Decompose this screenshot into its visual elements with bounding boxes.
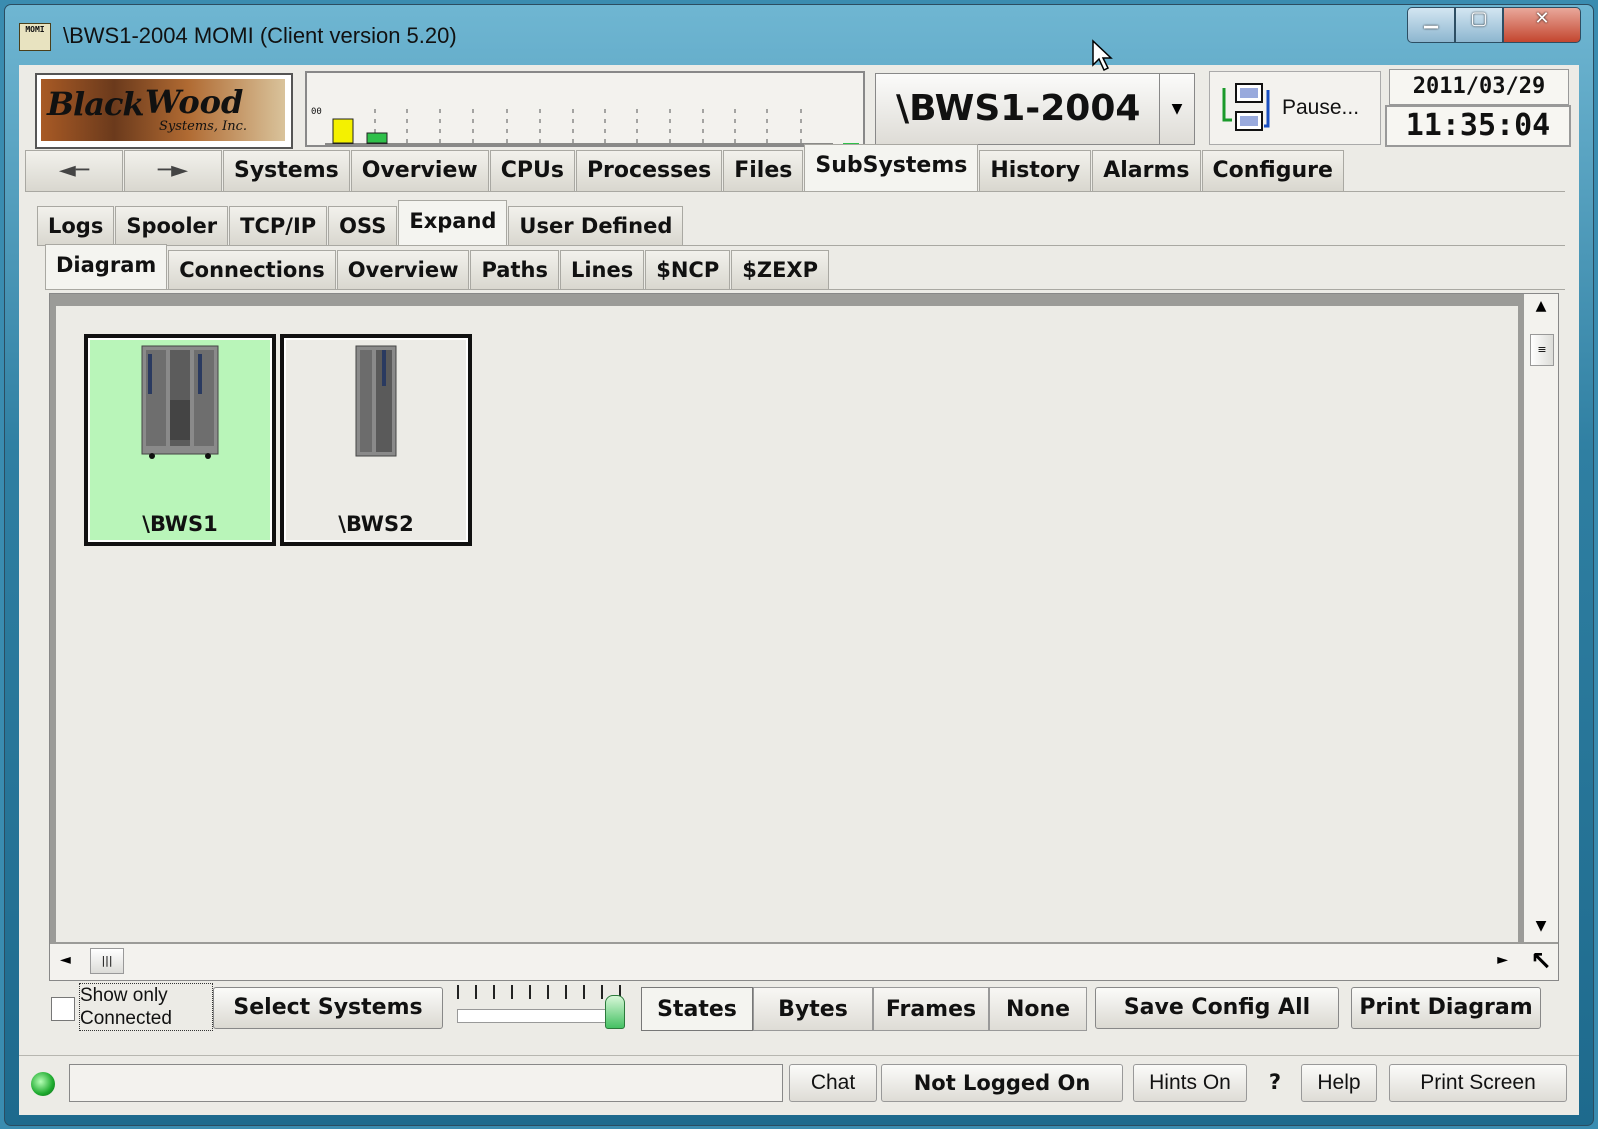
server-rack-icon xyxy=(141,345,219,459)
tab-ncp[interactable]: $NCP xyxy=(645,250,731,289)
momi-app-icon: MOMI xyxy=(19,23,51,51)
vertical-scroll-thumb[interactable]: ≡ xyxy=(1530,334,1554,366)
pause-button[interactable]: Pause... xyxy=(1209,71,1381,145)
close-button[interactable]: ✕ xyxy=(1503,7,1581,43)
date-display: 2011/03/29 xyxy=(1389,69,1569,105)
forward-arrow-icon[interactable]: ─► xyxy=(124,150,222,191)
diagram-panel: \BWS1 \BWS2 ▲ ≡ ▼ ◄ ||| ► ↖ xyxy=(49,293,1559,981)
tab-cpus[interactable]: CPUs xyxy=(489,150,575,191)
tab-zexp[interactable]: $ZEXP xyxy=(731,250,830,289)
tab-history[interactable]: History xyxy=(979,150,1092,191)
server-rack-icon xyxy=(355,345,397,457)
tab-configure[interactable]: Configure xyxy=(1201,150,1344,191)
scroll-down-icon[interactable]: ▼ xyxy=(1524,918,1558,934)
computers-sync-icon xyxy=(1218,80,1274,136)
chevron-down-icon[interactable]: ▼ xyxy=(1159,74,1194,144)
question-icon[interactable]: ? xyxy=(1255,1064,1295,1100)
tab-spooler[interactable]: Spooler xyxy=(115,206,229,245)
scroll-up-icon[interactable]: ▲ xyxy=(1524,298,1558,314)
horizontal-scrollbar[interactable]: ◄ ||| ► xyxy=(50,944,1524,980)
tab-paths[interactable]: Paths xyxy=(470,250,559,289)
status-message-field xyxy=(69,1064,783,1102)
client-area: Black Wood Systems, Inc. 00 \BWS1-2004 ▼… xyxy=(19,65,1579,1115)
mode-frames-button[interactable]: Frames xyxy=(873,987,989,1031)
print-screen-button[interactable]: Print Screen xyxy=(1389,1064,1567,1102)
scroll-right-icon[interactable]: ► xyxy=(1497,952,1508,968)
maximize-button[interactable]: ▢ xyxy=(1455,7,1503,43)
window-title: \BWS1-2004 MOMI (Client version 5.20) xyxy=(63,23,457,48)
system-selector-value: \BWS1-2004 xyxy=(896,88,1141,129)
logo-word-systems: Systems, Inc. xyxy=(159,119,248,134)
horizontal-scroll-thumb[interactable]: ||| xyxy=(90,948,124,974)
tab-user-defined[interactable]: User Defined xyxy=(508,206,684,245)
computers-sync-svg xyxy=(1222,83,1270,131)
system-selector[interactable]: \BWS1-2004 ▼ xyxy=(875,73,1195,145)
logo-word-black: Black xyxy=(47,85,145,123)
expand-tabbar: Diagram Connections Overview Paths Lines… xyxy=(45,244,1565,290)
tab-processes[interactable]: Processes xyxy=(575,150,723,191)
scroll-left-icon[interactable]: ◄ xyxy=(60,952,71,968)
hints-toggle-button[interactable]: Hints On xyxy=(1133,1064,1247,1102)
tab-systems[interactable]: Systems xyxy=(223,150,350,191)
minimize-button[interactable]: ▁ xyxy=(1407,7,1455,43)
zoom-slider[interactable] xyxy=(457,985,629,1031)
tab-overview[interactable]: Overview xyxy=(350,150,489,191)
graph-bar-yellow xyxy=(332,118,354,144)
slider-track xyxy=(457,1009,609,1023)
help-button[interactable]: Help xyxy=(1301,1064,1377,1102)
tab-connections[interactable]: Connections xyxy=(168,250,336,289)
show-only-connected-checkbox[interactable] xyxy=(51,997,75,1021)
pause-label: Pause... xyxy=(1282,96,1360,119)
node-label: \BWS1 xyxy=(142,512,218,536)
save-config-all-button[interactable]: Save Config All xyxy=(1095,987,1339,1029)
diagram-canvas[interactable]: \BWS1 \BWS2 xyxy=(56,306,1518,942)
tab-files[interactable]: Files xyxy=(723,150,804,191)
node-bws1[interactable]: \BWS1 xyxy=(84,334,276,546)
tab-subsystems[interactable]: SubSystems xyxy=(804,144,979,191)
node-bws2[interactable]: \BWS2 xyxy=(280,334,472,546)
select-systems-button[interactable]: Select Systems xyxy=(213,987,443,1029)
tab-oss[interactable]: OSS xyxy=(328,206,398,245)
print-diagram-button[interactable]: Print Diagram xyxy=(1351,987,1541,1029)
vertical-scrollbar[interactable]: ▲ ≡ ▼ xyxy=(1524,294,1558,942)
tab-expand[interactable]: Expand xyxy=(398,200,508,245)
slider-thumb[interactable] xyxy=(605,995,625,1029)
login-button[interactable]: Not Logged On xyxy=(881,1064,1123,1102)
mode-none-button[interactable]: None xyxy=(989,987,1087,1031)
tab-diagram[interactable]: Diagram xyxy=(45,244,168,289)
resize-arrow-icon[interactable]: ↖ xyxy=(1524,944,1558,980)
graph-bar-green xyxy=(366,132,388,144)
back-arrow-icon[interactable]: ◄─ xyxy=(25,150,123,191)
show-only-connected-label[interactable]: Show only Connected xyxy=(79,983,213,1031)
tab-expand-overview[interactable]: Overview xyxy=(336,250,470,289)
blackwood-logo: Black Wood Systems, Inc. xyxy=(35,73,293,149)
logo-word-wood: Wood xyxy=(145,83,244,121)
diagram-toolbar: Show only Connected Select Systems State… xyxy=(19,983,1579,1043)
chat-button[interactable]: Chat xyxy=(789,1064,877,1102)
window-controls: ▁ ▢ ✕ xyxy=(1407,7,1581,43)
mode-bytes-button[interactable]: Bytes xyxy=(753,987,873,1031)
slider-ticks xyxy=(457,985,627,999)
tab-lines[interactable]: Lines xyxy=(559,250,645,289)
mode-states-button[interactable]: States xyxy=(641,987,753,1031)
status-led-icon xyxy=(31,1072,55,1096)
time-display: 11:35:04 xyxy=(1385,105,1571,147)
activity-graph: 00 xyxy=(305,71,865,147)
mouse-cursor-icon xyxy=(1092,39,1113,72)
app-window: MOMI \BWS1-2004 MOMI (Client version 5.2… xyxy=(4,4,1594,1126)
tab-alarms[interactable]: Alarms xyxy=(1092,150,1201,191)
graph-bars xyxy=(325,109,859,145)
subsystem-tabbar: Logs Spooler TCP/IP OSS Expand User Defi… xyxy=(37,200,1565,246)
main-tabbar: ◄─ ─► Systems Overview CPUs Processes Fi… xyxy=(25,144,1565,192)
node-label: \BWS2 xyxy=(338,512,414,536)
tab-logs[interactable]: Logs xyxy=(37,206,115,245)
status-bar: Chat Not Logged On Hints On ? Help Print… xyxy=(19,1055,1579,1112)
tab-tcpip[interactable]: TCP/IP xyxy=(229,206,328,245)
title-bar[interactable]: MOMI \BWS1-2004 MOMI (Client version 5.2… xyxy=(5,5,1593,61)
